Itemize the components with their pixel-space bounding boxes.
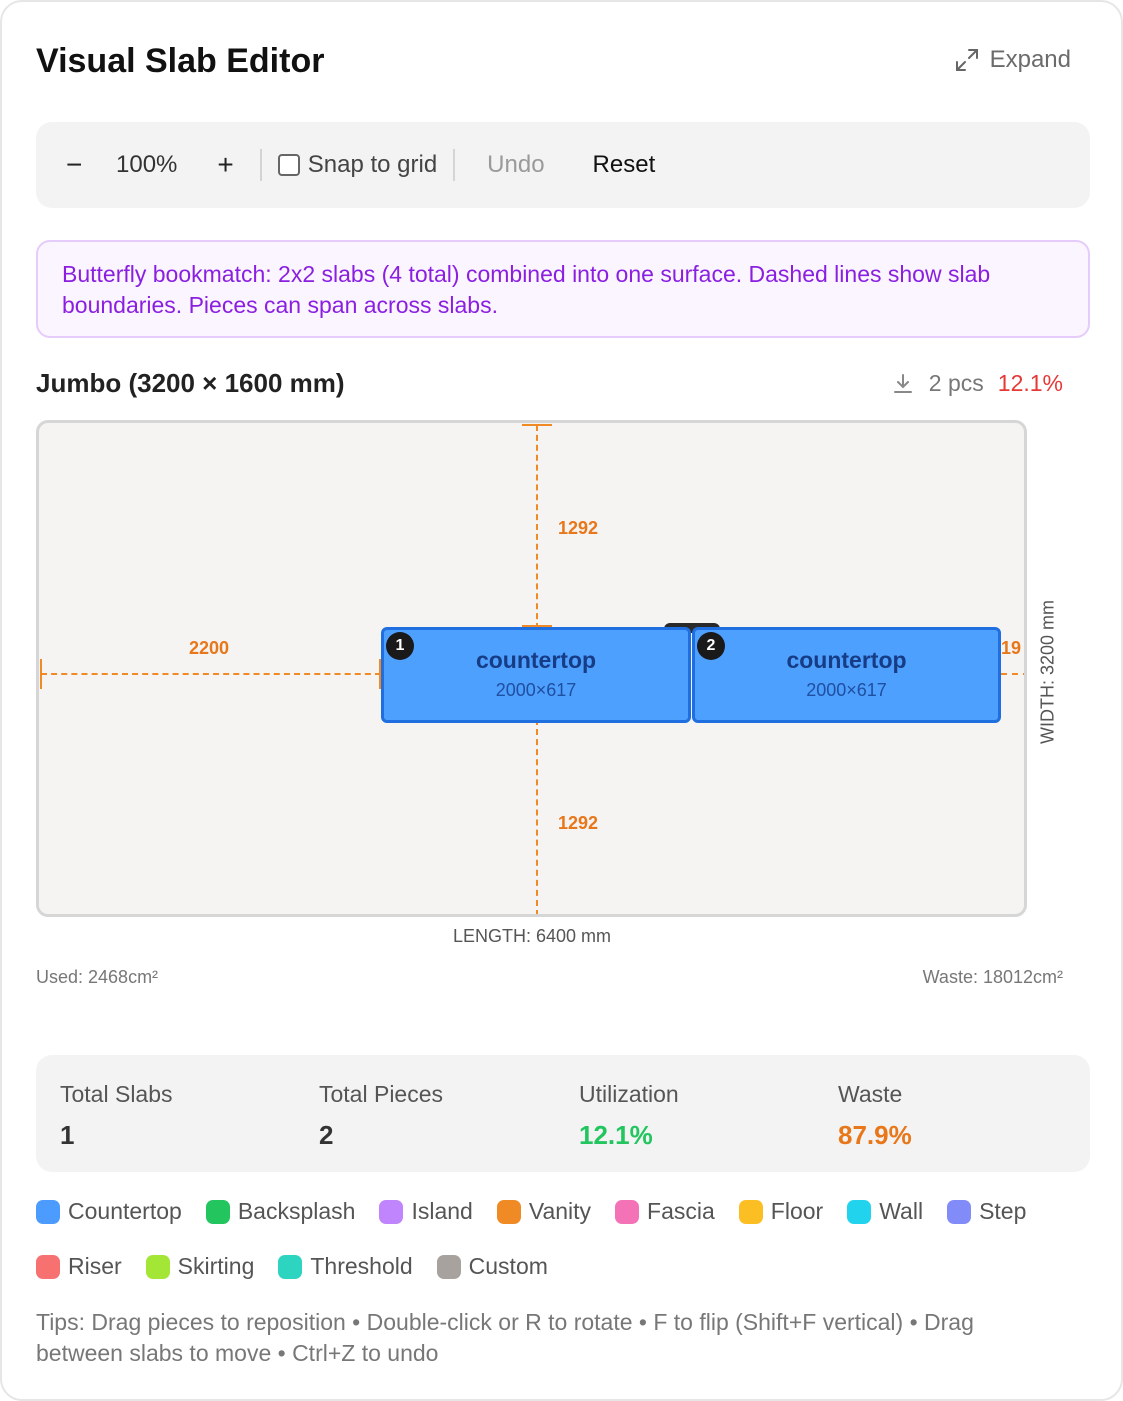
legend-item-floor: Floor <box>738 1198 824 1225</box>
stats-panel: Total Slabs 1 Total Pieces 2 Utilization… <box>36 1055 1090 1172</box>
zoom-in-button[interactable]: + <box>217 149 233 181</box>
expand-label: Expand <box>989 46 1071 73</box>
info-banner: Butterfly bookmatch: 2x2 slabs (4 total)… <box>36 240 1090 338</box>
width-label: WIDTH: 3200 mm <box>1037 599 1058 745</box>
slab-title: Jumbo (3200 × 1600 mm) <box>36 368 345 398</box>
legend-item-fascia: Fascia <box>615 1198 715 1225</box>
piece-name: countertop <box>786 647 907 673</box>
legend-swatch <box>738 1199 763 1224</box>
legend-label: Skirting <box>177 1253 255 1279</box>
dim-line-left <box>41 673 381 675</box>
legend-label: Vanity <box>528 1198 592 1224</box>
dim-line-right <box>1001 673 1024 675</box>
piece-number-badge: 2 <box>697 632 725 660</box>
stat-label: Total Pieces <box>319 1081 444 1107</box>
legend-item-countertop: Countertop <box>36 1198 182 1225</box>
stat-value: 2 <box>319 1120 334 1150</box>
legend-swatch <box>36 1254 60 1279</box>
legend-item-riser: Riser <box>36 1253 122 1280</box>
legend-item-wall: Wall <box>847 1198 923 1225</box>
legend-item-skirting: Skirting <box>145 1253 255 1280</box>
stat-label: Waste <box>838 1081 903 1107</box>
tips-text: Tips: Drag pieces to reposition • Double… <box>36 1309 974 1366</box>
legend-swatch <box>379 1199 404 1224</box>
slab-piece-count: 2 pcs <box>928 370 984 396</box>
legend-swatch <box>205 1199 230 1224</box>
piece-name: countertop <box>475 647 597 673</box>
slab-editor-card: Visual Slab Editor Expand − 100% + Snap … <box>0 0 1123 1401</box>
legend-row-2: Riser Skirting Threshold Custom <box>36 1253 1096 1280</box>
legend-item-island: Island <box>379 1198 473 1225</box>
stat-total-slabs: Total Slabs 1 <box>60 1081 173 1151</box>
stat-utilization: Utilization 12.1% <box>579 1081 679 1151</box>
legend-swatch <box>145 1254 170 1279</box>
slab-canvas[interactable]: 1292 1292 2200 19 1 countertop 2000×617 … <box>36 420 1027 917</box>
dim-label-bottom: 1292 <box>558 813 599 833</box>
legend-label: Wall <box>879 1198 924 1224</box>
legend-item-threshold: Threshold <box>278 1253 413 1280</box>
snap-to-grid-toggle[interactable]: Snap to grid <box>277 151 438 179</box>
legend-item-vanity: Vanity <box>496 1198 592 1225</box>
toolbar-divider <box>259 149 262 181</box>
toolbar-divider <box>453 149 456 181</box>
piece-countertop-1[interactable]: 1 countertop 2000×617 <box>381 627 691 723</box>
stat-label: Total Slabs <box>60 1081 173 1107</box>
dim-tick <box>40 659 42 689</box>
page-title: Visual Slab Editor <box>36 42 325 80</box>
used-area: Used: 2468cm² <box>36 967 159 987</box>
legend-label: Threshold <box>310 1253 413 1279</box>
legend-label: Fascia <box>647 1198 715 1224</box>
piece-size: 2000×617 <box>806 680 887 700</box>
piece-number-badge: 1 <box>386 632 414 660</box>
slab-utilization: 12.1% <box>997 370 1063 396</box>
legend-swatch <box>36 1199 60 1224</box>
stat-waste: Waste 87.9% <box>838 1081 912 1151</box>
undo-button[interactable]: Undo <box>487 151 544 179</box>
dim-line-bottom <box>536 719 538 914</box>
snap-checkbox[interactable] <box>277 154 300 176</box>
dim-label-right: 19 <box>1001 638 1022 658</box>
stat-label: Utilization <box>579 1081 679 1107</box>
legend-swatch <box>278 1254 303 1279</box>
stat-total-pieces: Total Pieces 2 <box>319 1081 443 1151</box>
slab-meta: 2 pcs 12.1% <box>891 370 1063 397</box>
stat-value: 12.1% <box>579 1120 653 1150</box>
legend-swatch <box>496 1199 521 1224</box>
legend-label: Floor <box>770 1198 824 1224</box>
piece-countertop-2[interactable]: 2 countertop 2000×617 <box>692 627 1001 723</box>
stat-value: 1 <box>60 1120 75 1150</box>
toolbar: − 100% + Snap to grid Undo Reset <box>36 122 1090 208</box>
snap-label: Snap to grid <box>307 151 438 178</box>
legend-item-backsplash: Backsplash <box>205 1198 356 1225</box>
waste-area: Waste: 18012cm² <box>922 967 1063 987</box>
legend-item-custom: Custom <box>436 1253 548 1280</box>
reset-button[interactable]: Reset <box>593 151 656 179</box>
dim-label-top: 1292 <box>558 518 599 538</box>
download-icon[interactable] <box>891 372 915 396</box>
length-label: LENGTH: 6400 mm <box>452 926 612 946</box>
legend-label: Riser <box>68 1253 122 1279</box>
legend-row-1: Countertop Backsplash Island Vanity Fasc… <box>36 1198 1096 1225</box>
legend-swatch <box>615 1199 640 1224</box>
dim-tick <box>522 424 552 426</box>
legend-label: Island <box>411 1198 473 1224</box>
zoom-level: 100% <box>116 151 178 178</box>
stat-value: 87.9% <box>838 1120 912 1150</box>
expand-arrows-icon <box>955 49 978 71</box>
dim-line-top <box>536 425 538 629</box>
expand-button[interactable]: Expand <box>954 46 1071 74</box>
legend-swatch <box>847 1199 872 1224</box>
legend-label: Countertop <box>68 1198 182 1224</box>
piece-size: 2000×617 <box>495 680 577 700</box>
legend-label: Backsplash <box>237 1198 356 1224</box>
legend-label: Step <box>979 1198 1027 1224</box>
legend-label: Custom <box>468 1253 548 1279</box>
legend-item-step: Step <box>947 1198 1026 1225</box>
width-axis-label: WIDTH: 3200 mm <box>1033 592 1063 752</box>
legend-swatch <box>947 1199 972 1224</box>
zoom-out-button[interactable]: − <box>66 149 88 181</box>
legend-swatch <box>436 1254 461 1279</box>
dim-label-left: 2200 <box>189 638 230 658</box>
